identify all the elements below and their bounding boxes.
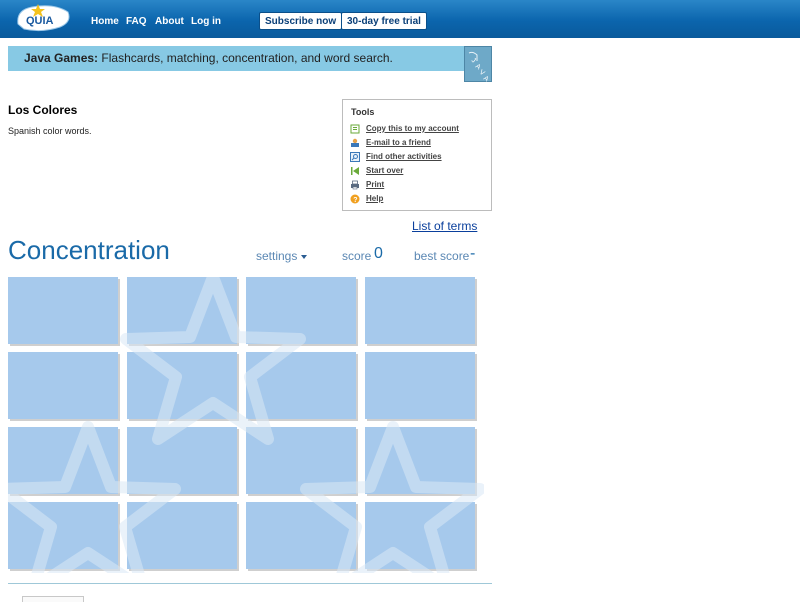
banner-bold-label: Java Games: xyxy=(24,51,99,65)
tool-help-label[interactable]: Help xyxy=(366,194,383,203)
memory-card[interactable] xyxy=(8,502,118,569)
memory-card[interactable] xyxy=(246,427,356,494)
memory-card[interactable] xyxy=(246,502,356,569)
board-divider xyxy=(8,583,492,584)
nav-login-link[interactable]: Log in xyxy=(191,16,221,27)
memory-card[interactable] xyxy=(365,277,475,344)
help-icon: ? xyxy=(350,194,360,204)
activity-description: Spanish color words. xyxy=(8,126,92,136)
tools-heading: Tools xyxy=(351,107,375,117)
printer-icon xyxy=(351,180,359,190)
memory-card[interactable] xyxy=(8,427,118,494)
tool-start-over-label[interactable]: Start over xyxy=(366,166,403,175)
chevron-down-icon xyxy=(301,254,308,259)
memory-card[interactable] xyxy=(246,352,356,419)
java-games-banner: Java Games: Flashcards, matching, concen… xyxy=(8,46,492,71)
memory-card[interactable] xyxy=(127,352,237,419)
settings-dropdown[interactable]: settings xyxy=(256,249,308,263)
subscribe-button[interactable]: Subscribe now xyxy=(259,12,343,30)
nav-faq-link[interactable]: FAQ xyxy=(126,16,147,27)
bottom-tab[interactable] xyxy=(22,596,84,602)
memory-card[interactable] xyxy=(127,277,237,344)
email-icon xyxy=(351,138,359,147)
quia-logo[interactable]: QUIA xyxy=(14,2,72,32)
memory-card[interactable] xyxy=(8,277,118,344)
banner-description: Flashcards, matching, concentration, and… xyxy=(98,51,393,65)
copy-icon xyxy=(350,124,360,134)
memory-card[interactable] xyxy=(8,352,118,419)
java-badge-icon: J A V A xyxy=(468,51,490,84)
best-score-value: - xyxy=(470,245,476,262)
score-value: 0 xyxy=(374,245,383,262)
svg-text:A: A xyxy=(482,75,490,83)
svg-text:J: J xyxy=(470,57,477,65)
logo-text: QUIA xyxy=(26,15,54,27)
game-title: Concentration xyxy=(8,235,170,265)
search-icon xyxy=(350,152,360,162)
list-of-terms-link[interactable]: List of terms xyxy=(412,219,477,233)
banner-text: Java Games: Flashcards, matching, concen… xyxy=(24,51,393,65)
tools-panel: Tools Copy this to my account E-mail to … xyxy=(342,99,492,211)
nav-home-link[interactable]: Home xyxy=(91,16,119,27)
tool-email-label[interactable]: E-mail to a friend xyxy=(366,138,431,147)
tool-find-label[interactable]: Find other activities xyxy=(366,152,442,161)
tool-copy-label[interactable]: Copy this to my account xyxy=(366,124,459,133)
java-badge: J A V A xyxy=(464,46,492,84)
memory-card[interactable] xyxy=(127,427,237,494)
free-trial-button[interactable]: 30-day free trial xyxy=(341,12,427,30)
settings-label[interactable]: settings xyxy=(256,249,297,263)
memory-card[interactable] xyxy=(365,427,475,494)
memory-card[interactable] xyxy=(365,352,475,419)
memory-card[interactable] xyxy=(365,502,475,569)
nav-about-link[interactable]: About xyxy=(155,16,184,27)
score-label: score xyxy=(342,249,372,263)
memory-card[interactable] xyxy=(246,277,356,344)
top-navigation-bar: QUIA Home FAQ About Log in Subscribe now… xyxy=(0,0,800,38)
concentration-board xyxy=(8,277,484,573)
tool-print-label[interactable]: Print xyxy=(366,180,384,189)
rewind-icon xyxy=(351,167,359,175)
best-score-label: best score xyxy=(414,249,470,263)
memory-card[interactable] xyxy=(127,502,237,569)
activity-title: Los Colores xyxy=(8,103,78,117)
svg-text:?: ? xyxy=(353,197,357,204)
